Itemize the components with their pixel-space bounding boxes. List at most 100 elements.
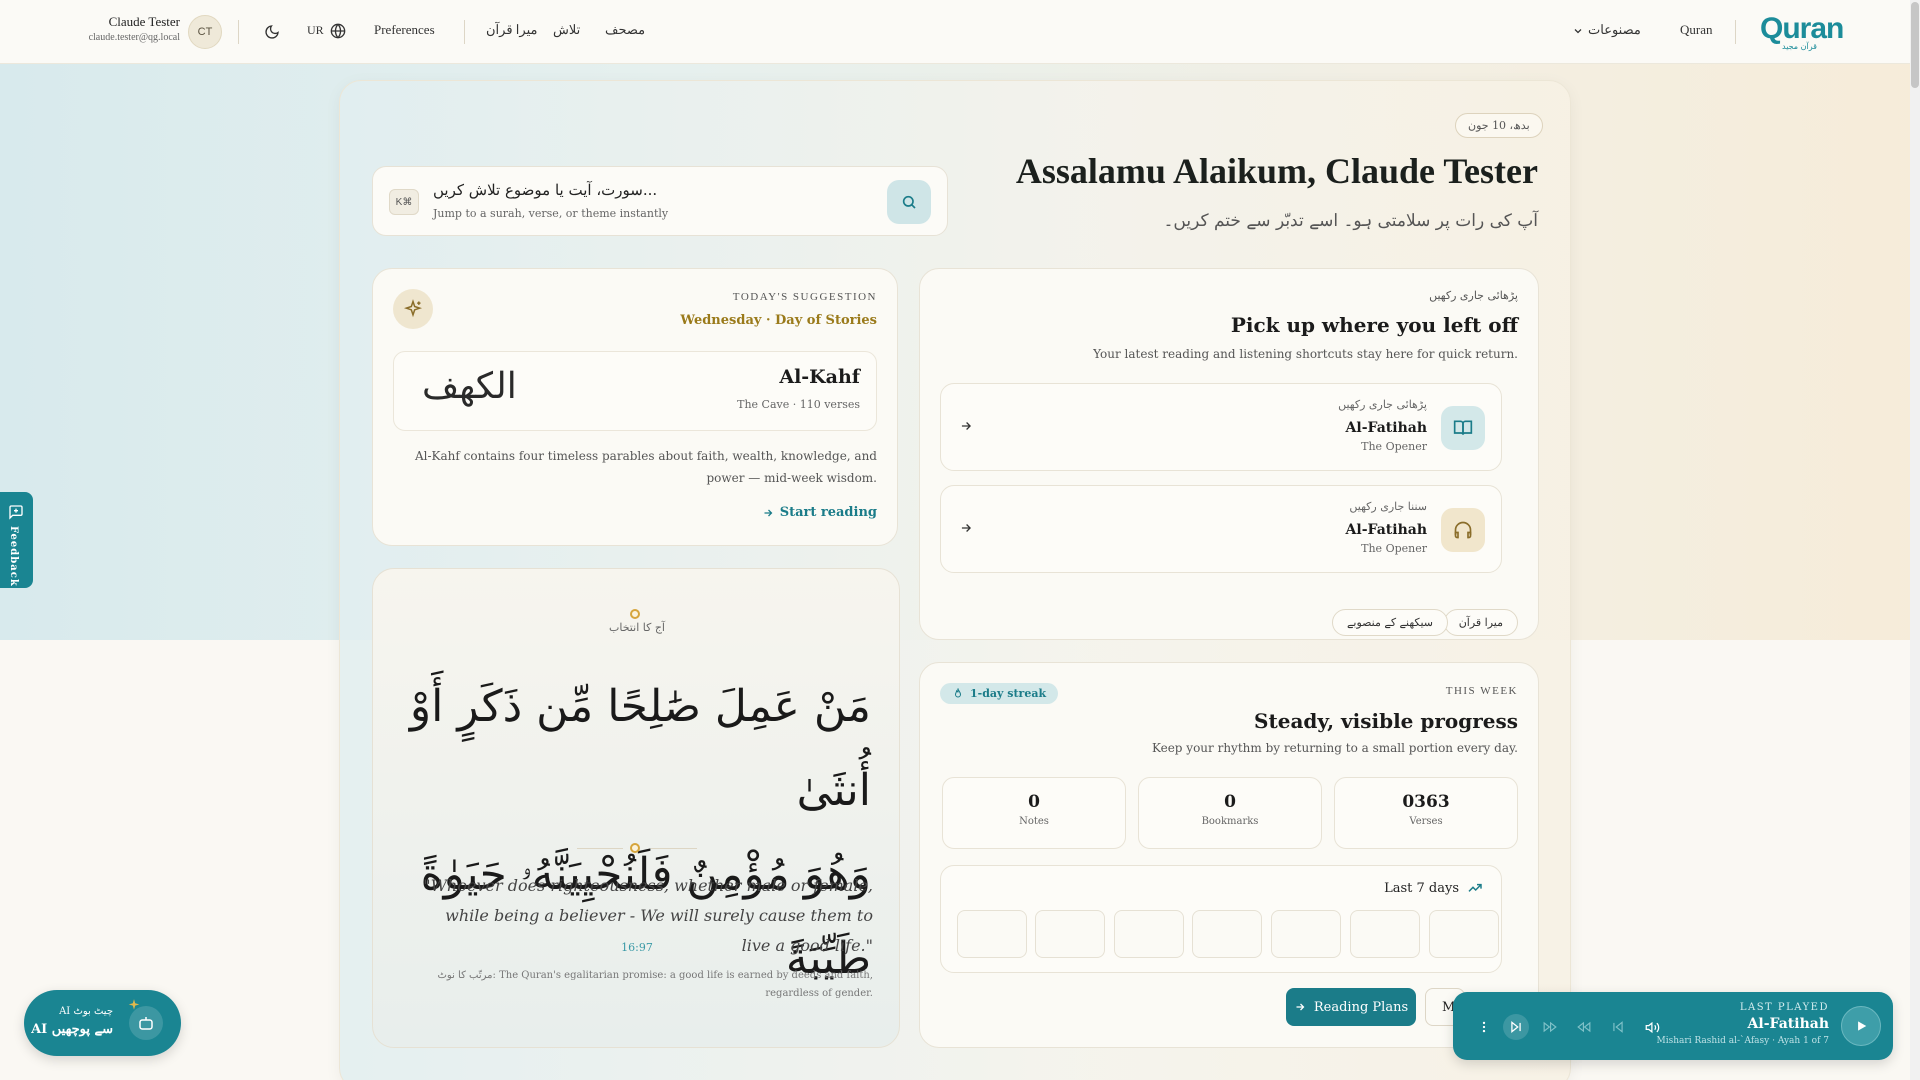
ai-label: AI سے پوچھیں [31,1022,113,1037]
logo[interactable]: Quran قرآن مجيد [1748,12,1844,52]
ayah-card: آج کا انتخاب مَنْ عَمِلَ صَٰلِحًا مِّن ذ… [372,568,900,1048]
preferences-link[interactable]: Preferences [374,22,435,38]
globe-icon[interactable] [329,22,347,40]
feedback-tab[interactable]: Feedback [0,492,33,588]
audio-player: LAST PLAYED Al-Fatihah Mishari Rashid al… [1453,992,1893,1060]
continue-subtitle: Your latest reading and listening shortc… [1093,347,1518,361]
search-input[interactable]: سورت، آیت یا موضوع تلاش کریں... [433,181,657,199]
book-open-icon [1441,406,1485,450]
top-navbar: Claude Tester claude.tester@qg.local CT … [0,0,1910,64]
learning-plans-chip[interactable]: سیکھنے کے منصوبے [1331,609,1448,636]
previous-track-icon[interactable] [1607,1016,1629,1038]
logo-text: Quran [1760,12,1844,45]
next-track-icon[interactable] [1503,1014,1529,1040]
divider [651,848,697,849]
page-title: Assalamu Alaikum, Claude Tester [1015,151,1538,191]
nav-my-quran[interactable]: میرا قرآن [486,22,537,38]
feedback-label: Feedback [8,526,19,587]
surah-preview[interactable]: الكهف Al-Kahf The Cave · 110 verses [393,351,877,431]
resume-surah: Al-Fatihah [1345,420,1427,436]
suggestion-card: TODAY'S SUGGESTION Wednesday · Day of St… [372,268,898,546]
divider [238,20,239,44]
surah-meta: The Cave · 110 verses [737,398,860,411]
rewind-icon[interactable] [1573,1016,1595,1038]
divider [577,848,623,849]
shortcut-badge: K⌘ [389,189,419,215]
continue-kicker: پڑھائی جاری رکھیں [1429,289,1518,302]
streak-badge: 1-day streak [940,683,1059,704]
scrollbar[interactable] [1910,0,1920,1080]
ayah-label: آج کا انتخاب [609,621,665,634]
my-quran-chip[interactable]: میرا قرآن [1443,609,1518,636]
stat-label: Bookmarks [1201,816,1259,827]
nav-search[interactable]: تلاش [553,22,580,38]
suggestion-day: Wednesday · Day of Stories [680,313,877,328]
progress-subtitle: Keep your rhythm by returning to a small… [1151,741,1518,755]
resume-kicker: سننا جاری رکھیں [1349,500,1427,513]
stat-value: 0 [1028,792,1040,812]
quran-link[interactable]: Quran [1680,22,1713,38]
nav-mushaf[interactable]: مصحف [605,22,645,38]
more-vertical-icon[interactable] [1473,1016,1495,1038]
streak-label: 1-day streak [970,687,1047,700]
start-reading-link[interactable]: Start reading [762,505,877,520]
stat-label: Verses [1409,816,1443,827]
player-track-name: Al-Fatihah [1747,1016,1829,1032]
page-subtitle: آپ کی رات پر سلامتی ہو۔ اسے تدبّر سے ختم… [1163,211,1538,231]
divider [464,20,465,44]
scrollbar-thumb[interactable] [1911,2,1919,88]
stat-value: 0 [1224,792,1236,812]
search-hint: Jump to a surah, verse, or theme instant… [433,207,669,220]
user-info[interactable]: Claude Tester claude.tester@qg.local [76,14,180,43]
reading-plans-button[interactable]: Reading Plans [1286,988,1416,1026]
ayah-arabic-line1: مَنْ عَمِلَ صَٰلِحًا مِّن ذَكَرٍ أَوْ أُ… [409,681,871,816]
day-cell [1192,910,1262,958]
day-cell [1350,910,1420,958]
day-cell [1114,910,1184,958]
headphones-icon [1441,508,1485,552]
volume-icon[interactable] [1641,1016,1663,1038]
divider [1735,20,1736,44]
resume-reading-item[interactable]: پڑھائی جاری رکھیں Al-Fatihah The Opener [940,383,1502,471]
language-label[interactable]: UR [307,23,324,38]
start-reading-label: Start reading [779,505,877,520]
day-cell [1429,910,1499,958]
ayah-note: مرتّب کا نوٹ: The Quran's egalitarian pr… [437,970,873,999]
stat-value: 0363 [1402,792,1450,812]
fast-forward-icon[interactable] [1539,1016,1561,1038]
progress-title: Steady, visible progress [1254,709,1518,733]
products-menu[interactable]: مصنوعات [1588,22,1641,38]
resume-surah: Al-Fatihah [1345,522,1427,538]
progress-kicker: THIS WEEK [1445,685,1518,697]
trending-up-icon [1468,883,1482,892]
stat-verses: 0363 Verses [1334,777,1518,849]
player-meta: Mishari Rashid al-`Afasy · Ayah 1 of 7 [1656,1036,1829,1046]
sparkles-icon [393,289,433,329]
play-button[interactable] [1841,1006,1881,1046]
resume-listening-item[interactable]: سننا جاری رکھیں Al-Fatihah The Opener [940,485,1502,573]
stat-bookmarks: 0 Bookmarks [1138,777,1322,849]
chevron-down-icon[interactable] [1571,24,1585,38]
stat-notes: 0 Notes [942,777,1126,849]
day-cell [1035,910,1105,958]
continue-title: Pick up where you left off [1230,313,1518,337]
moon-icon[interactable] [262,22,282,42]
avatar[interactable]: CT [188,15,222,49]
surah-name: Al-Kahf [779,366,860,388]
user-email: claude.tester@qg.local [88,32,180,43]
day-cell [1271,910,1341,958]
ai-kicker: AI چیٹ بوٹ [59,1006,113,1017]
logo-subtext: قرآن مجيد [1782,42,1817,51]
ai-chat-button[interactable]: AI چیٹ بوٹ AI سے پوچھیں [24,990,181,1056]
day-cell [957,910,1027,958]
suggestion-description: Al-Kahf contains four timeless parables … [414,449,877,485]
sparkle-icon [128,999,140,1010]
arrow-right-icon [959,418,973,437]
week-title: Last 7 days [1384,880,1483,896]
week-title-label: Last 7 days [1384,880,1459,896]
ornament-dot [630,843,640,853]
search-button[interactable] [887,180,931,224]
ayah-reference[interactable]: 16:97 [373,941,901,954]
search-box[interactable]: K⌘ سورت، آیت یا موضوع تلاش کریں... Jump … [372,166,948,236]
resume-sub: The Opener [1361,542,1427,555]
